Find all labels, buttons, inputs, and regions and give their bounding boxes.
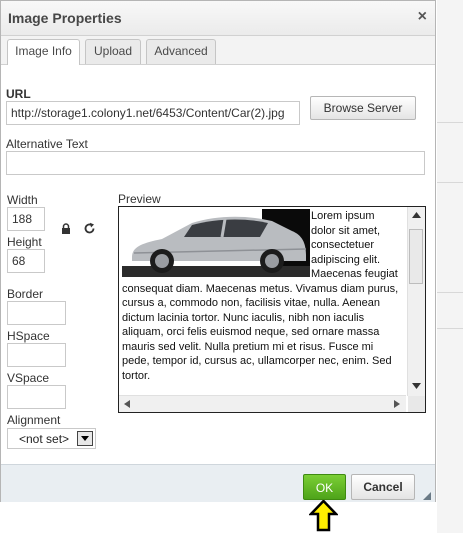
scroll-up-icon[interactable] [412, 212, 421, 218]
preview-car-image [122, 209, 310, 277]
arrow-up-icon [308, 499, 339, 532]
background-divider [437, 292, 463, 293]
lock-icon[interactable] [61, 223, 71, 235]
dialog-footer: OK Cancel [1, 464, 435, 502]
vspace-label: VSpace [7, 371, 50, 385]
background-page-strip [437, 0, 463, 533]
tab-image-info[interactable]: Image Info [7, 39, 80, 65]
scrollbar-corner [408, 396, 425, 412]
preview-vertical-scrollbar[interactable] [407, 207, 425, 396]
scroll-down-icon[interactable] [412, 383, 421, 389]
preview-label: Preview [118, 192, 161, 206]
alignment-select[interactable]: <not set> [7, 428, 96, 449]
cancel-button[interactable]: Cancel [351, 474, 415, 500]
alignment-label: Alignment [7, 413, 61, 427]
tab-upload[interactable]: Upload [85, 39, 141, 64]
height-field[interactable]: 68 [7, 249, 45, 273]
width-field[interactable]: 188 [7, 207, 45, 231]
image-properties-dialog: Image Properties × Image Info Upload Adv… [0, 0, 436, 502]
url-field[interactable]: http://storage1.colony1.net/6453/Content… [6, 101, 300, 125]
url-label: URL [6, 87, 31, 101]
scrollbar-thumb[interactable] [409, 229, 423, 284]
resize-grip-icon[interactable] [423, 489, 431, 500]
dialog-title: Image Properties [8, 10, 122, 26]
alt-text-field[interactable] [6, 151, 425, 175]
ok-button-label: OK [315, 481, 334, 495]
background-divider [437, 328, 463, 329]
scroll-right-icon[interactable] [394, 400, 400, 408]
browse-server-button[interactable]: Browse Server [310, 96, 416, 120]
border-field[interactable] [7, 301, 66, 325]
ok-button[interactable]: OK [303, 474, 346, 500]
preview-pane: Lorem ipsum dolor sit amet, consectetuer… [118, 206, 426, 413]
tab-bar: Image Info Upload Advanced [1, 36, 435, 65]
alignment-selected-value: <not set> [19, 432, 70, 446]
tab-advanced[interactable]: Advanced [146, 39, 216, 64]
background-divider [437, 182, 463, 183]
hspace-field[interactable] [7, 343, 66, 367]
background-divider [437, 122, 463, 123]
scroll-left-icon[interactable] [124, 400, 130, 408]
chevron-down-icon[interactable] [77, 431, 93, 446]
border-label: Border [7, 287, 44, 301]
dialog-titlebar[interactable]: Image Properties × [1, 1, 435, 36]
reset-size-icon[interactable] [83, 222, 96, 235]
height-label: Height [7, 235, 42, 249]
alt-text-label: Alternative Text [6, 137, 88, 151]
width-label: Width [7, 193, 38, 207]
vspace-field[interactable] [7, 385, 66, 409]
preview-content: Lorem ipsum dolor sit amet, consectetuer… [122, 209, 402, 396]
close-icon[interactable]: × [418, 8, 427, 26]
preview-horizontal-scrollbar[interactable] [119, 395, 406, 412]
hspace-label: HSpace [7, 329, 50, 343]
